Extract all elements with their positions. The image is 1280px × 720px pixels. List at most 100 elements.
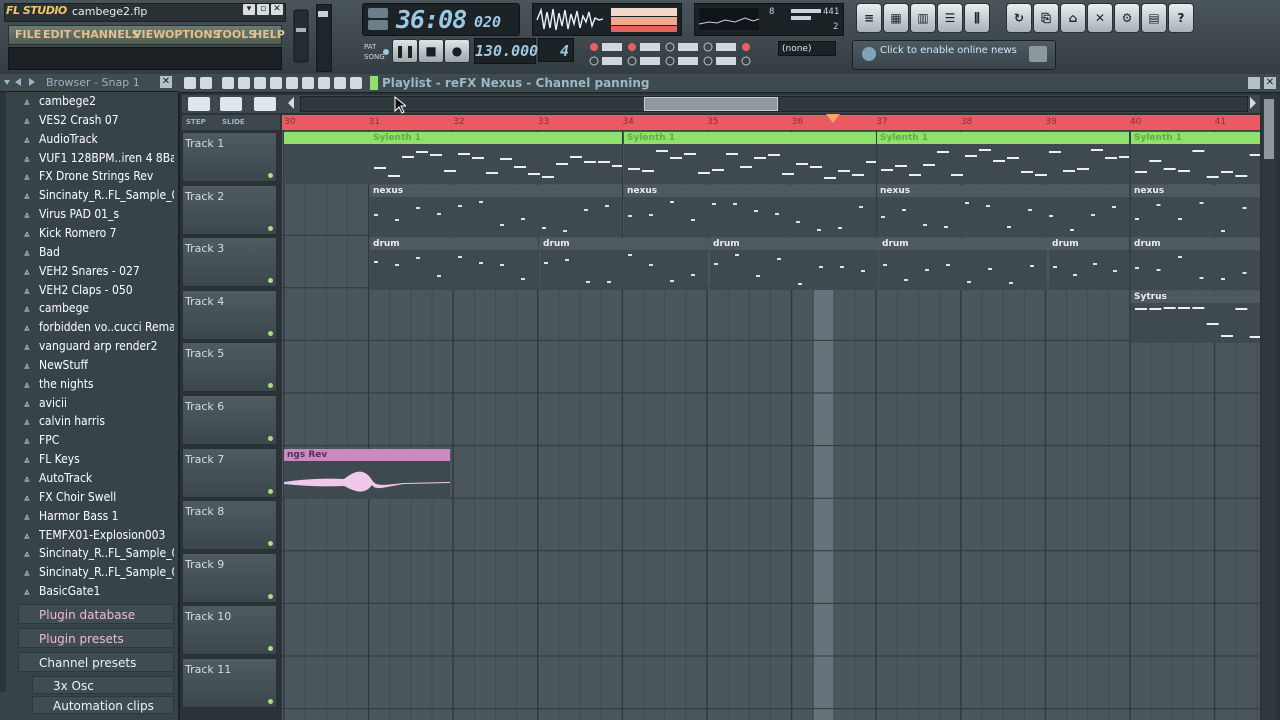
browser-item[interactable]: ⩓ vanguard arp render2 bbox=[24, 339, 174, 357]
track-mute-led[interactable] bbox=[268, 646, 273, 652]
timeline-ruler[interactable] bbox=[282, 115, 1260, 130]
browser-item[interactable]: ⩓ Sincinaty_R..FL_Sample_01 bbox=[24, 546, 174, 564]
browser-subfolder[interactable]: Automation clips bbox=[32, 696, 174, 714]
snap-display[interactable]: 4 bbox=[538, 38, 574, 62]
pattern-clip[interactable]: drum bbox=[370, 238, 538, 290]
menu-file[interactable]: FILE bbox=[15, 28, 41, 41]
track-mute-led[interactable] bbox=[268, 593, 273, 599]
browser-item[interactable]: ⩓ NewStuff bbox=[24, 358, 174, 376]
browser-item[interactable]: ⩓ avicii bbox=[24, 396, 174, 414]
browser-item[interactable]: ⩓ cambege bbox=[24, 301, 174, 319]
track-header[interactable]: Track 9 bbox=[182, 552, 277, 603]
browser-item[interactable]: ⩓ BasicGate1 bbox=[24, 584, 174, 602]
browser-item[interactable]: ⩓ FPC bbox=[24, 433, 174, 451]
track-header[interactable]: Track 10 bbox=[182, 605, 277, 656]
browser-item[interactable]: ⩓ cambege2 bbox=[24, 94, 174, 112]
browser-item[interactable]: ⩓ VES2 Crash 07 bbox=[24, 113, 174, 131]
browser-item[interactable]: ⩓ VEH2 Claps - 050 bbox=[24, 283, 174, 301]
record-button[interactable]: ● bbox=[444, 39, 470, 63]
playlist-icon[interactable]: ≡ bbox=[856, 3, 882, 33]
browser-item[interactable]: ⩓ the nights bbox=[24, 377, 174, 395]
step-slide-toggles[interactable]: STEP SLIDE bbox=[182, 115, 280, 130]
pattern-clip[interactable]: nexus bbox=[624, 185, 876, 237]
vertical-scroll-thumb[interactable] bbox=[1264, 99, 1274, 159]
pattern-clip[interactable]: nexus bbox=[1131, 185, 1260, 237]
settings-icon[interactable]: ⚙ bbox=[1114, 3, 1140, 33]
save-icon[interactable]: ⎘ bbox=[1033, 3, 1059, 33]
pattern-clip[interactable]: drum bbox=[540, 238, 708, 290]
slide-label[interactable]: SLIDE bbox=[222, 118, 245, 126]
project-info-icon[interactable]: ▤ bbox=[1141, 3, 1167, 33]
cpu-monitor-panel[interactable]: 8 441 2 bbox=[694, 3, 844, 36]
pattern-clip[interactable]: drum bbox=[710, 238, 878, 290]
browser-item[interactable]: ⩓ forbidden vo..cucci Remake) bbox=[24, 320, 174, 338]
tempo-display[interactable]: 130.000 bbox=[474, 38, 538, 64]
menu-view[interactable]: VIEW bbox=[133, 28, 165, 41]
menu-help[interactable]: HELP bbox=[253, 28, 285, 41]
pattern-clip[interactable]: drum bbox=[879, 238, 1047, 290]
wrench-icon[interactable]: ✕ bbox=[1087, 3, 1113, 33]
pattern-clip[interactable]: Sylenth 1 bbox=[877, 132, 1129, 184]
menu-tools[interactable]: TOOLS bbox=[215, 28, 256, 41]
browser-item[interactable]: ⩓ Kick Romero 7 bbox=[24, 226, 174, 244]
track-mute-led[interactable] bbox=[268, 541, 273, 547]
browser-item[interactable]: ⩓ VEH2 Snares - 027 bbox=[24, 264, 174, 282]
pattern-clip[interactable]: Sytrus bbox=[1131, 291, 1260, 343]
browser-item[interactable]: ⩓ FL Keys bbox=[24, 452, 174, 470]
browser-item[interactable]: ⩓ VUF1 128BPM..iren 4 8Bars bbox=[24, 151, 174, 169]
pattern-clip[interactable]: Sylenth 1 bbox=[624, 132, 876, 184]
browser-section[interactable]: Plugin database bbox=[18, 604, 174, 624]
recording-options[interactable] bbox=[588, 40, 768, 70]
pattern-select[interactable]: (none) bbox=[778, 41, 836, 56]
track-mute-led[interactable] bbox=[268, 699, 273, 704]
browser-item[interactable]: ⩓ Sincinaty_R..FL_Sample_06 bbox=[24, 565, 174, 583]
track-mute-led[interactable] bbox=[268, 330, 273, 336]
online-news-text[interactable]: Click to enable online news bbox=[880, 45, 1017, 56]
help-icon[interactable]: ? bbox=[1168, 3, 1194, 33]
pattern-clip[interactable]: drum bbox=[1131, 238, 1260, 290]
track-mute-led[interactable] bbox=[268, 383, 273, 389]
audio-clip[interactable]: ngs Rev bbox=[284, 449, 450, 499]
track-mute-led[interactable] bbox=[268, 278, 273, 284]
playlist-close-icon[interactable]: ✕ bbox=[1264, 77, 1276, 89]
browser-icon[interactable]: ☰ bbox=[937, 3, 963, 33]
menu-channels[interactable]: CHANNELS bbox=[73, 28, 140, 41]
scroll-right-icon[interactable] bbox=[1250, 97, 1256, 109]
browser-scrollbar[interactable] bbox=[0, 92, 6, 692]
minimize-button[interactable]: ▾ bbox=[243, 4, 255, 15]
playlist-maximize-icon[interactable] bbox=[1248, 77, 1260, 89]
track-mute-led[interactable] bbox=[268, 225, 273, 231]
pattern-clip[interactable]: drum bbox=[1049, 238, 1129, 290]
browser-section[interactable]: Channel presets bbox=[18, 652, 174, 672]
track-mute-led[interactable] bbox=[268, 173, 273, 178]
browser-item[interactable]: ⩓ Harmor Bass 1 bbox=[24, 509, 174, 527]
stop-button[interactable]: ■ bbox=[418, 39, 444, 63]
undo-icon[interactable]: ↻ bbox=[1006, 3, 1032, 33]
song-position-marker[interactable] bbox=[826, 114, 840, 123]
track-mute-led[interactable] bbox=[268, 436, 273, 441]
scroll-left-icon[interactable] bbox=[288, 97, 294, 109]
browser-item[interactable]: ⩓ TEMFX01-Explosion003 bbox=[24, 528, 174, 546]
step-sequencer-icon[interactable]: ▦ bbox=[883, 3, 909, 33]
browser-item[interactable]: ⩓ Bad bbox=[24, 245, 174, 263]
menu-options[interactable]: OPTIONS bbox=[165, 28, 221, 41]
restore-button[interactable]: ▫ bbox=[257, 4, 269, 15]
master-volume-handle[interactable] bbox=[318, 11, 328, 17]
pat-song-switch[interactable]: PAT SONG bbox=[362, 40, 390, 62]
close-button[interactable]: ✕ bbox=[271, 4, 283, 15]
browser-subfolder[interactable]: 3x Osc bbox=[32, 676, 174, 694]
pattern-clip[interactable]: nexus bbox=[877, 185, 1129, 237]
playlist-tools-icon[interactable] bbox=[178, 74, 378, 92]
playlist-title[interactable]: Playlist - reFX Nexus - Channel panning bbox=[382, 76, 650, 90]
horizontal-scroll-thumb[interactable] bbox=[644, 97, 778, 111]
browser-section[interactable]: Plugin presets bbox=[18, 628, 174, 648]
mixer-icon[interactable]: ⫼ bbox=[964, 3, 990, 33]
browser-item[interactable]: ⩓ AutoTrack bbox=[24, 471, 174, 489]
render-icon[interactable]: ⌂ bbox=[1060, 3, 1086, 33]
track-header[interactable]: Track 6 bbox=[182, 395, 277, 445]
master-pitch-knob[interactable] bbox=[292, 8, 310, 64]
track-header[interactable]: Track 2 bbox=[182, 184, 277, 235]
browser-item[interactable]: ⩓ FX Drone Strings Rev bbox=[24, 169, 174, 187]
track-header[interactable]: Track 7 bbox=[182, 447, 277, 498]
pause-button[interactable]: ❚❚ bbox=[392, 39, 418, 63]
